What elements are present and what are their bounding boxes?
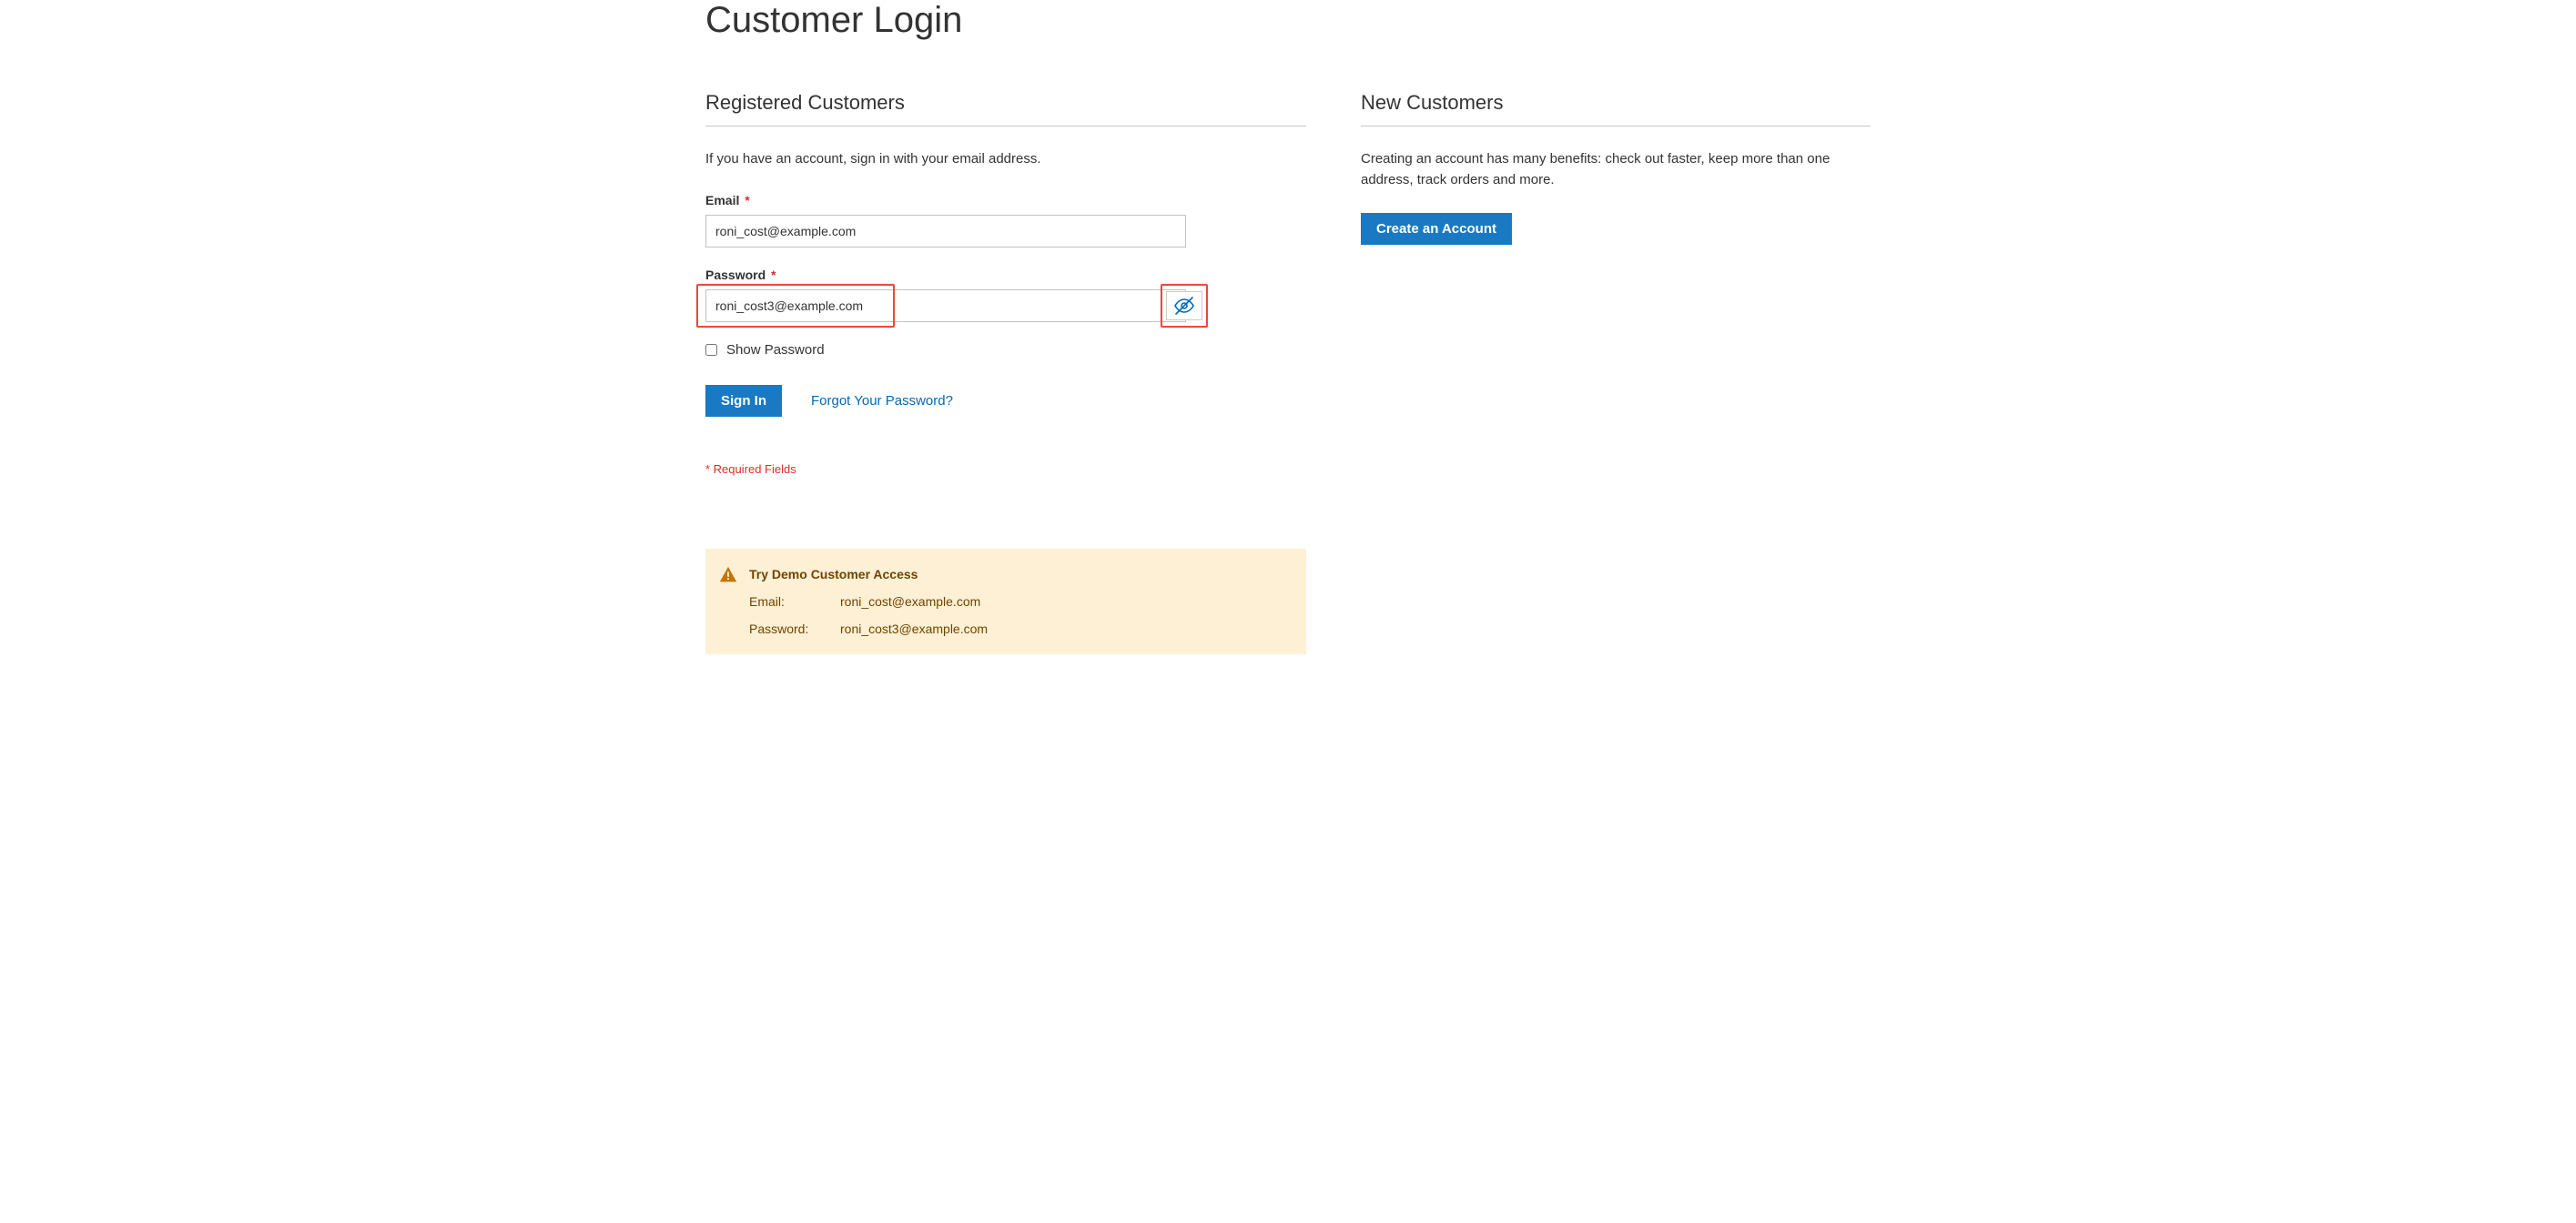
registered-description: If you have an account, sign in with you…: [705, 149, 1306, 170]
show-password-checkbox[interactable]: [705, 344, 717, 356]
form-actions: Sign In Forgot Your Password?: [705, 385, 1306, 417]
email-input[interactable]: [705, 215, 1186, 248]
password-label: Password *: [705, 268, 1306, 282]
password-input[interactable]: [705, 289, 1186, 322]
email-label-text: Email: [705, 193, 739, 207]
demo-password-row: Password: roni_cost3@example.com: [749, 622, 1288, 636]
email-label: Email *: [705, 193, 1306, 207]
demo-email-label: Email:: [749, 594, 840, 609]
new-customers-heading: New Customers: [1361, 91, 1871, 126]
new-customers-block: New Customers Creating an account has ma…: [1361, 91, 1871, 654]
password-label-text: Password: [705, 268, 766, 282]
show-password-label[interactable]: Show Password: [726, 342, 825, 358]
registered-heading: Registered Customers: [705, 91, 1306, 126]
demo-access-box: Try Demo Customer Access Email: roni_cos…: [705, 549, 1306, 654]
eye-slash-icon: [1173, 295, 1195, 317]
required-asterisk: *: [745, 193, 749, 207]
demo-title: Try Demo Customer Access: [749, 567, 1288, 581]
create-account-button[interactable]: Create an Account: [1361, 213, 1512, 245]
warning-icon: [718, 565, 738, 588]
email-field-group: Email *: [705, 193, 1306, 248]
required-fields-note: * Required Fields: [705, 462, 1306, 476]
sign-in-button[interactable]: Sign In: [705, 385, 782, 417]
password-field-group: Password *: [705, 268, 1306, 322]
demo-email-row: Email: roni_cost@example.com: [749, 594, 1288, 609]
forgot-password-link[interactable]: Forgot Your Password?: [811, 393, 953, 409]
page-title: Customer Login: [705, 0, 1871, 41]
demo-password-value: roni_cost3@example.com: [840, 622, 988, 636]
registered-customers-block: Registered Customers If you have an acco…: [705, 91, 1306, 654]
demo-password-label: Password:: [749, 622, 840, 636]
required-asterisk: *: [771, 268, 776, 282]
new-customers-description: Creating an account has many benefits: c…: [1361, 149, 1871, 190]
toggle-password-visibility-button[interactable]: [1166, 291, 1202, 320]
show-password-row: Show Password: [705, 342, 1306, 358]
demo-email-value: roni_cost@example.com: [840, 594, 980, 609]
